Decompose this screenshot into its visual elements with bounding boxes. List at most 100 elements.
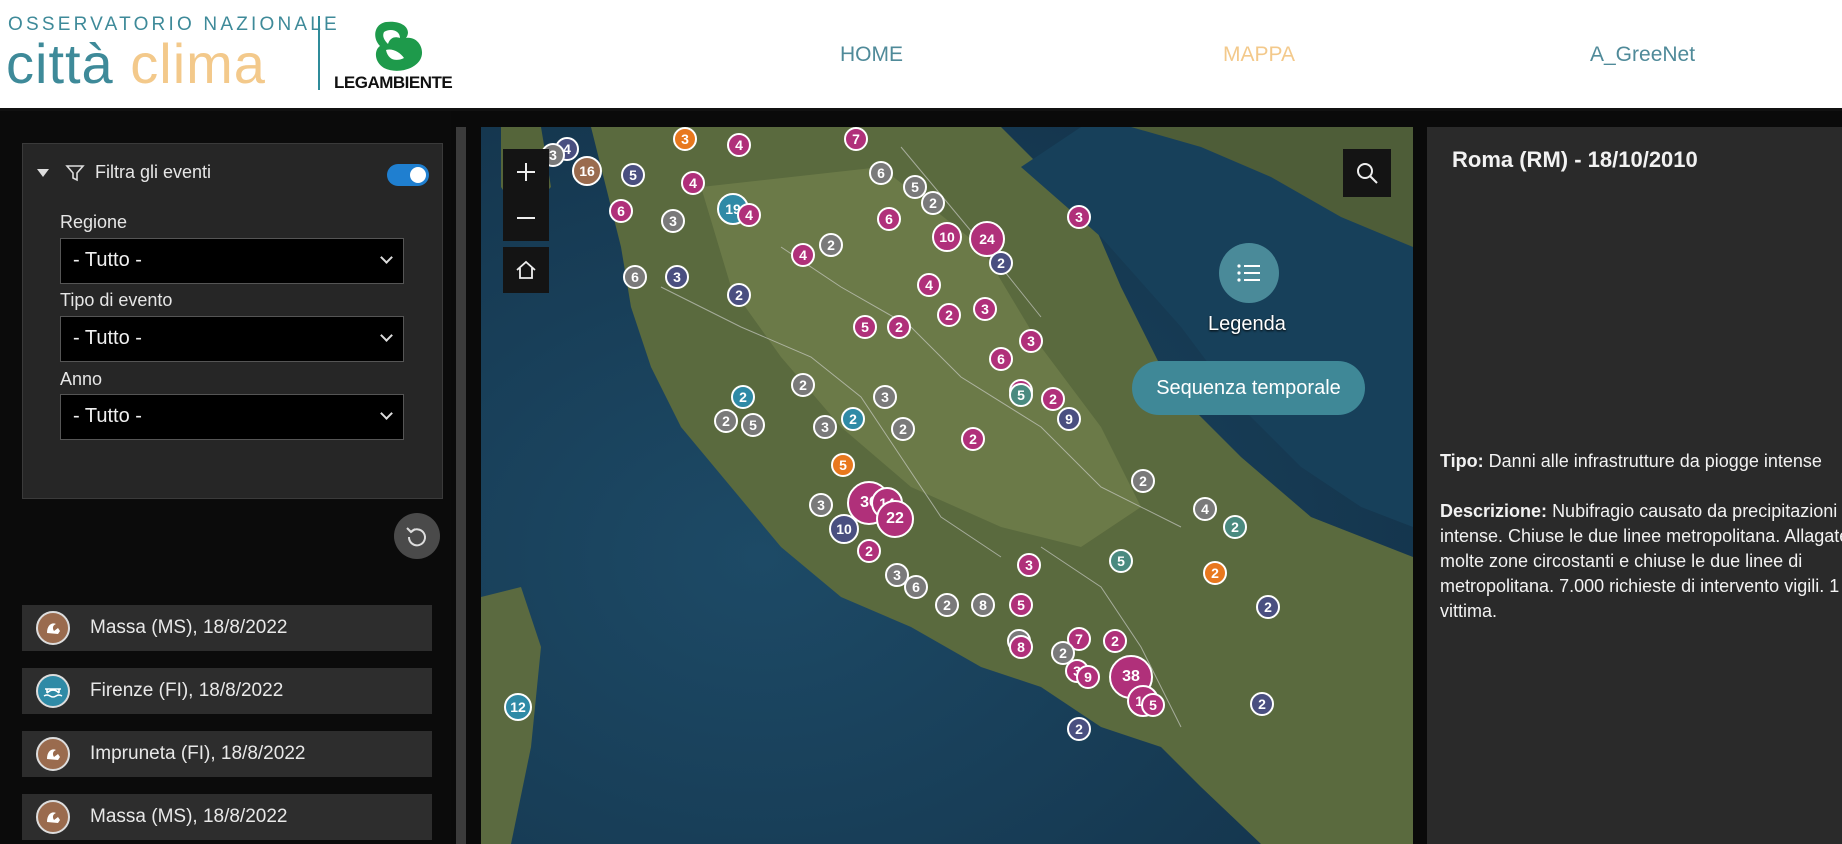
nav-mappa[interactable]: MAPPA (1223, 43, 1295, 67)
map-cluster-flood[interactable]: 6 (609, 199, 633, 223)
events-map[interactable]: 4316534746194635264310242632243522635235… (481, 127, 1413, 844)
map-cluster-flood[interactable]: 5 (1009, 593, 1033, 617)
event-type: Tipo: Danni alle infrastrutture da piogg… (1440, 449, 1842, 474)
zoom-in-icon (517, 163, 535, 181)
map-cluster-flood[interactable]: 4 (737, 203, 761, 227)
map-cluster-infrastructure[interactable]: 2 (841, 407, 865, 431)
map-cluster-flood[interactable]: 6 (877, 207, 901, 231)
event-label: Massa (MS), 18/8/2022 (90, 806, 288, 827)
map-cluster-flood[interactable]: 2 (887, 315, 911, 339)
map-cluster-mixed[interactable]: 5 (621, 163, 645, 187)
map-cluster-flood[interactable]: 4 (917, 273, 941, 297)
map-cluster-other[interactable]: 6 (904, 575, 928, 599)
map-cluster-mixed[interactable]: 9 (1057, 407, 1081, 431)
map-cluster-mixed[interactable]: 2 (1067, 717, 1091, 741)
zoom-out-icon (517, 217, 535, 219)
map-cluster-storm[interactable]: 2 (1223, 515, 1247, 539)
event-list-item[interactable]: Impruneta (FI), 18/8/2022 (22, 731, 432, 777)
map-cluster-flood[interactable]: 3 (973, 297, 997, 321)
nav-agreenet[interactable]: A_GreeNet (1590, 43, 1695, 67)
map-cluster-drought[interactable]: 2 (1203, 561, 1227, 585)
map-cluster-other[interactable]: 2 (819, 233, 843, 257)
collapse-caret-icon[interactable] (37, 168, 49, 177)
event-list-item[interactable]: Massa (MS), 18/8/2022 (22, 794, 432, 840)
map-cluster-flood[interactable]: 10 (932, 222, 962, 252)
filter-panel: Filtra gli eventi Regione - Tutto - Tipo… (22, 143, 443, 499)
map-cluster-mixed[interactable]: 3 (665, 265, 689, 289)
map-search-button[interactable] (1343, 149, 1391, 197)
map-cluster-flood[interactable]: 7 (844, 127, 868, 151)
map-cluster-flood[interactable]: 5 (1141, 693, 1165, 717)
bridge-flood-icon (36, 674, 70, 708)
map-cluster-landslide[interactable]: 16 (572, 156, 602, 186)
map-cluster-flood[interactable]: 2 (961, 427, 985, 451)
zoom-in-button[interactable] (503, 149, 549, 195)
event-list-item[interactable]: Firenze (FI), 18/8/2022 (22, 668, 432, 714)
map-cluster-flood[interactable]: 4 (681, 171, 705, 195)
reset-filters-button[interactable] (394, 513, 440, 559)
landslide-icon (36, 737, 70, 771)
map-cluster-other[interactable]: 2 (1051, 641, 1075, 665)
timeline-button[interactable]: Sequenza temporale (1132, 361, 1365, 415)
map-cluster-other[interactable]: 2 (921, 191, 945, 215)
map-cluster-other[interactable]: 2 (791, 373, 815, 397)
map-cluster-other[interactable]: 2 (935, 593, 959, 617)
legend-button[interactable] (1219, 243, 1279, 303)
map-cluster-other[interactable]: 5 (741, 413, 765, 437)
map-cluster-flood[interactable]: 4 (791, 243, 815, 267)
map-cluster-flood[interactable]: 3 (1067, 205, 1091, 229)
map-cluster-drought[interactable]: 5 (831, 453, 855, 477)
map-cluster-other[interactable]: 8 (971, 593, 995, 617)
map-cluster-storm[interactable]: 5 (1009, 383, 1033, 407)
map-cluster-flood[interactable]: 22 (876, 500, 914, 538)
map-cluster-other[interactable]: 4 (1193, 497, 1217, 521)
filter-header[interactable]: Filtra gli eventi (37, 162, 211, 183)
map-cluster-flood[interactable]: 2 (857, 539, 881, 563)
map-cluster-drought[interactable]: 3 (673, 127, 697, 151)
map-cluster-other[interactable]: 2 (891, 417, 915, 441)
map-cluster-infrastructure[interactable]: 2 (731, 385, 755, 409)
map-cluster-flood[interactable]: 2 (937, 303, 961, 327)
map-cluster-other[interactable]: 2 (1131, 469, 1155, 493)
map-cluster-other[interactable]: 6 (623, 265, 647, 289)
map-cluster-flood[interactable]: 3 (1019, 329, 1043, 353)
sidebar-scrollbar[interactable] (456, 127, 466, 844)
map-cluster-flood[interactable]: 9 (1076, 665, 1100, 689)
map-cluster-mixed[interactable]: 2 (1256, 595, 1280, 619)
map-cluster-flood[interactable]: 3 (1017, 553, 1041, 577)
map-cluster-infrastructure[interactable]: 12 (504, 693, 532, 721)
map-cluster-other[interactable]: 6 (869, 161, 893, 185)
map-cluster-flood[interactable]: 4 (727, 133, 751, 157)
filter-title: Filtra gli eventi (95, 162, 212, 182)
event-list-item[interactable]: Massa (MS), 18/8/2022 (22, 605, 432, 651)
funnel-icon (65, 164, 85, 181)
nav-home[interactable]: HOME (840, 43, 903, 67)
map-cluster-storm[interactable]: 5 (1109, 549, 1133, 573)
map-cluster-other[interactable]: 3 (661, 209, 685, 233)
map-cluster-mixed[interactable]: 2 (989, 251, 1013, 275)
zoom-out-button[interactable] (503, 195, 549, 241)
filter-toggle[interactable] (387, 164, 429, 186)
map-cluster-flood[interactable]: 2 (1041, 387, 1065, 411)
anno-select[interactable]: - Tutto - (60, 394, 404, 440)
map-cluster-flood[interactable]: 2 (1103, 629, 1127, 653)
map-cluster-flood[interactable]: 8 (1009, 635, 1033, 659)
map-cluster-other[interactable]: 3 (813, 415, 837, 439)
event-type-value: Danni alle infrastrutture da piogge inte… (1488, 451, 1822, 471)
map-cluster-other[interactable]: 3 (809, 493, 833, 517)
logo-separator (318, 16, 320, 90)
map-cluster-other[interactable]: 2 (714, 409, 738, 433)
map-cluster-mixed[interactable]: 2 (727, 283, 751, 307)
site-logo[interactable]: città clima (6, 34, 266, 94)
chevron-down-icon (380, 251, 393, 264)
tipo-evento-value: - Tutto - (73, 327, 142, 349)
landslide-icon (36, 611, 70, 645)
map-cluster-other[interactable]: 3 (873, 385, 897, 409)
map-cluster-flood[interactable]: 6 (989, 347, 1013, 371)
tipo-evento-select[interactable]: - Tutto - (60, 316, 404, 362)
map-cluster-mixed[interactable]: 2 (1250, 692, 1274, 716)
map-cluster-flood[interactable]: 5 (853, 315, 877, 339)
regione-select[interactable]: - Tutto - (60, 238, 404, 284)
map-cluster-mixed[interactable]: 10 (829, 514, 859, 544)
home-extent-button[interactable] (503, 247, 549, 293)
